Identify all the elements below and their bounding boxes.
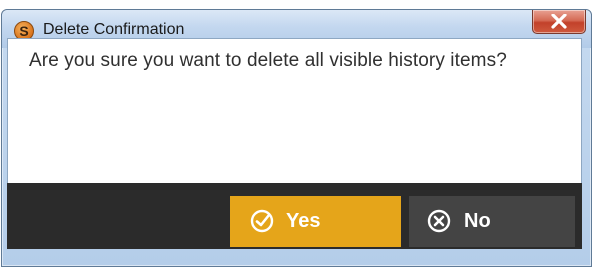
check-circle-icon [250,209,274,233]
close-button[interactable] [532,10,586,34]
yes-button[interactable]: Yes [230,196,401,247]
yes-button-label: Yes [286,210,321,232]
window-title: Delete Confirmation [43,21,185,38]
close-x-icon [551,14,567,29]
no-button-label: No [464,210,491,232]
button-bar: Yes No [7,183,582,249]
no-button[interactable]: No [409,196,575,247]
confirmation-message: Are you sure you want to delete all visi… [29,50,507,71]
x-circle-icon [427,209,451,233]
